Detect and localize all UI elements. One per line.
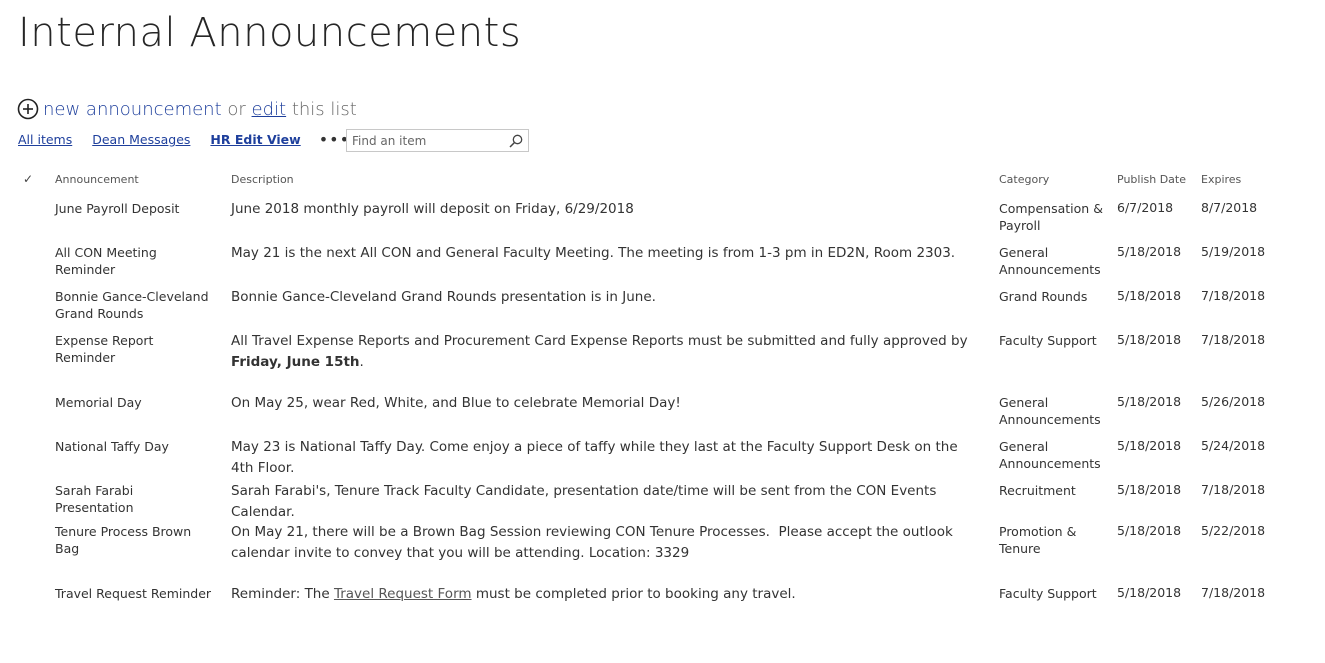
cell-description: June 2018 monthly payroll will deposit o… <box>231 201 634 217</box>
search-box <box>346 129 529 152</box>
table-row[interactable]: Tenure Process Brown Bag On May 21, ther… <box>0 523 1325 585</box>
view-dean-messages[interactable]: Dean Messages <box>92 132 190 147</box>
column-header-publish-date[interactable]: Publish Date <box>1117 173 1186 187</box>
cell-expires: 7/18/2018 <box>1201 585 1266 600</box>
cell-expires: 5/24/2018 <box>1201 438 1266 453</box>
table-row[interactable]: Sarah Farabi Presentation Sarah Farabi's… <box>0 482 1325 523</box>
select-all-check-icon[interactable]: ✓ <box>23 172 33 186</box>
cell-announcement[interactable]: June Payroll Deposit <box>55 200 215 217</box>
cell-category: Compensation & Payroll <box>999 201 1103 233</box>
new-announcement-link[interactable]: new announcement <box>43 99 222 120</box>
table-row[interactable]: All CON Meeting Reminder May 21 is the n… <box>0 244 1325 288</box>
cell-publish-date: 5/18/2018 <box>1117 482 1182 497</box>
cell-category: General Announcements <box>999 439 1101 471</box>
this-list-text: this list <box>291 98 357 120</box>
cell-description: On May 25, wear Red, White, and Blue to … <box>231 395 681 411</box>
cell-description: All Travel Expense Reports and Procureme… <box>231 333 968 370</box>
cell-expires: 7/18/2018 <box>1201 288 1266 303</box>
cell-description: Reminder: The Travel Request Form must b… <box>231 586 796 602</box>
cell-description: May 21 is the next All CON and General F… <box>231 245 956 261</box>
or-text: or <box>227 98 246 120</box>
cell-publish-date: 5/18/2018 <box>1117 523 1182 538</box>
list-actions: new announcement or edit this list <box>17 96 357 122</box>
cell-description: Sarah Farabi's, Tenure Track Faculty Can… <box>231 483 937 520</box>
cell-publish-date: 5/18/2018 <box>1117 585 1182 600</box>
edit-list-link[interactable]: edit <box>252 99 287 120</box>
view-hr-edit-view[interactable]: HR Edit View <box>210 132 300 147</box>
cell-announcement[interactable]: All CON Meeting Reminder <box>55 244 215 278</box>
search-input[interactable] <box>347 131 502 150</box>
cell-expires: 8/7/2018 <box>1201 200 1258 215</box>
cell-announcement[interactable]: Tenure Process Brown Bag <box>55 523 215 557</box>
cell-announcement[interactable]: Bonnie Gance-Cleveland Grand Rounds <box>55 288 215 322</box>
column-header-category[interactable]: Category <box>999 173 1104 187</box>
cell-announcement[interactable]: National Taffy Day <box>55 438 215 455</box>
cell-category: General Announcements <box>999 395 1101 427</box>
page-title: Internal Announcements <box>18 10 522 56</box>
cell-publish-date: 5/18/2018 <box>1117 394 1182 409</box>
cell-announcement[interactable]: Travel Request Reminder <box>55 585 215 602</box>
cell-publish-date: 6/7/2018 <box>1117 200 1174 215</box>
table-row[interactable]: Travel Request Reminder Reminder: The Tr… <box>0 585 1325 625</box>
cell-publish-date: 5/18/2018 <box>1117 438 1182 453</box>
cell-category: Promotion & Tenure <box>999 524 1077 556</box>
list-header: ✓ Announcement Description Category Publ… <box>0 168 1325 200</box>
cell-category: General Announcements <box>999 245 1101 277</box>
cell-description: May 23 is National Taffy Day. Come enjoy… <box>231 439 958 476</box>
search-icon[interactable] <box>509 134 523 148</box>
cell-category: Faculty Support <box>999 586 1097 601</box>
cell-expires: 5/22/2018 <box>1201 523 1266 538</box>
cell-expires: 5/19/2018 <box>1201 244 1266 259</box>
view-selector: All items Dean Messages HR Edit View ••• <box>18 131 350 147</box>
cell-category: Faculty Support <box>999 333 1097 348</box>
column-header-expires[interactable]: Expires <box>1201 173 1241 187</box>
column-header-description[interactable]: Description <box>231 173 981 187</box>
cell-publish-date: 5/18/2018 <box>1117 288 1182 303</box>
cell-announcement[interactable]: Memorial Day <box>55 394 215 411</box>
cell-description: On May 21, there will be a Brown Bag Ses… <box>231 524 958 561</box>
table-row[interactable]: National Taffy Day May 23 is National Ta… <box>0 438 1325 482</box>
travel-request-form-link[interactable]: Travel Request Form <box>334 586 472 602</box>
cell-expires: 7/18/2018 <box>1201 332 1266 347</box>
cell-publish-date: 5/18/2018 <box>1117 332 1182 347</box>
view-all-items[interactable]: All items <box>18 132 72 147</box>
table-row[interactable]: Bonnie Gance-Cleveland Grand Rounds Bonn… <box>0 288 1325 332</box>
cell-announcement[interactable]: Sarah Farabi Presentation <box>55 482 215 516</box>
cell-expires: 7/18/2018 <box>1201 482 1266 497</box>
cell-description: Bonnie Gance-Cleveland Grand Rounds pres… <box>231 289 656 305</box>
cell-announcement[interactable]: Expense Report Reminder <box>55 332 215 366</box>
cell-expires: 5/26/2018 <box>1201 394 1266 409</box>
announcements-list: ✓ Announcement Description Category Publ… <box>0 168 1325 625</box>
cell-publish-date: 5/18/2018 <box>1117 244 1182 259</box>
table-row[interactable]: Expense Report Reminder All Travel Expen… <box>0 332 1325 394</box>
table-row[interactable]: June Payroll Deposit June 2018 monthly p… <box>0 200 1325 244</box>
cell-category: Grand Rounds <box>999 289 1088 304</box>
table-row[interactable]: Memorial Day On May 25, wear Red, White,… <box>0 394 1325 438</box>
deadline-bold-text: Friday, June 15th <box>231 354 360 370</box>
column-header-announcement[interactable]: Announcement <box>55 173 215 187</box>
cell-category: Recruitment <box>999 483 1076 498</box>
plus-circle-icon[interactable] <box>17 98 39 120</box>
